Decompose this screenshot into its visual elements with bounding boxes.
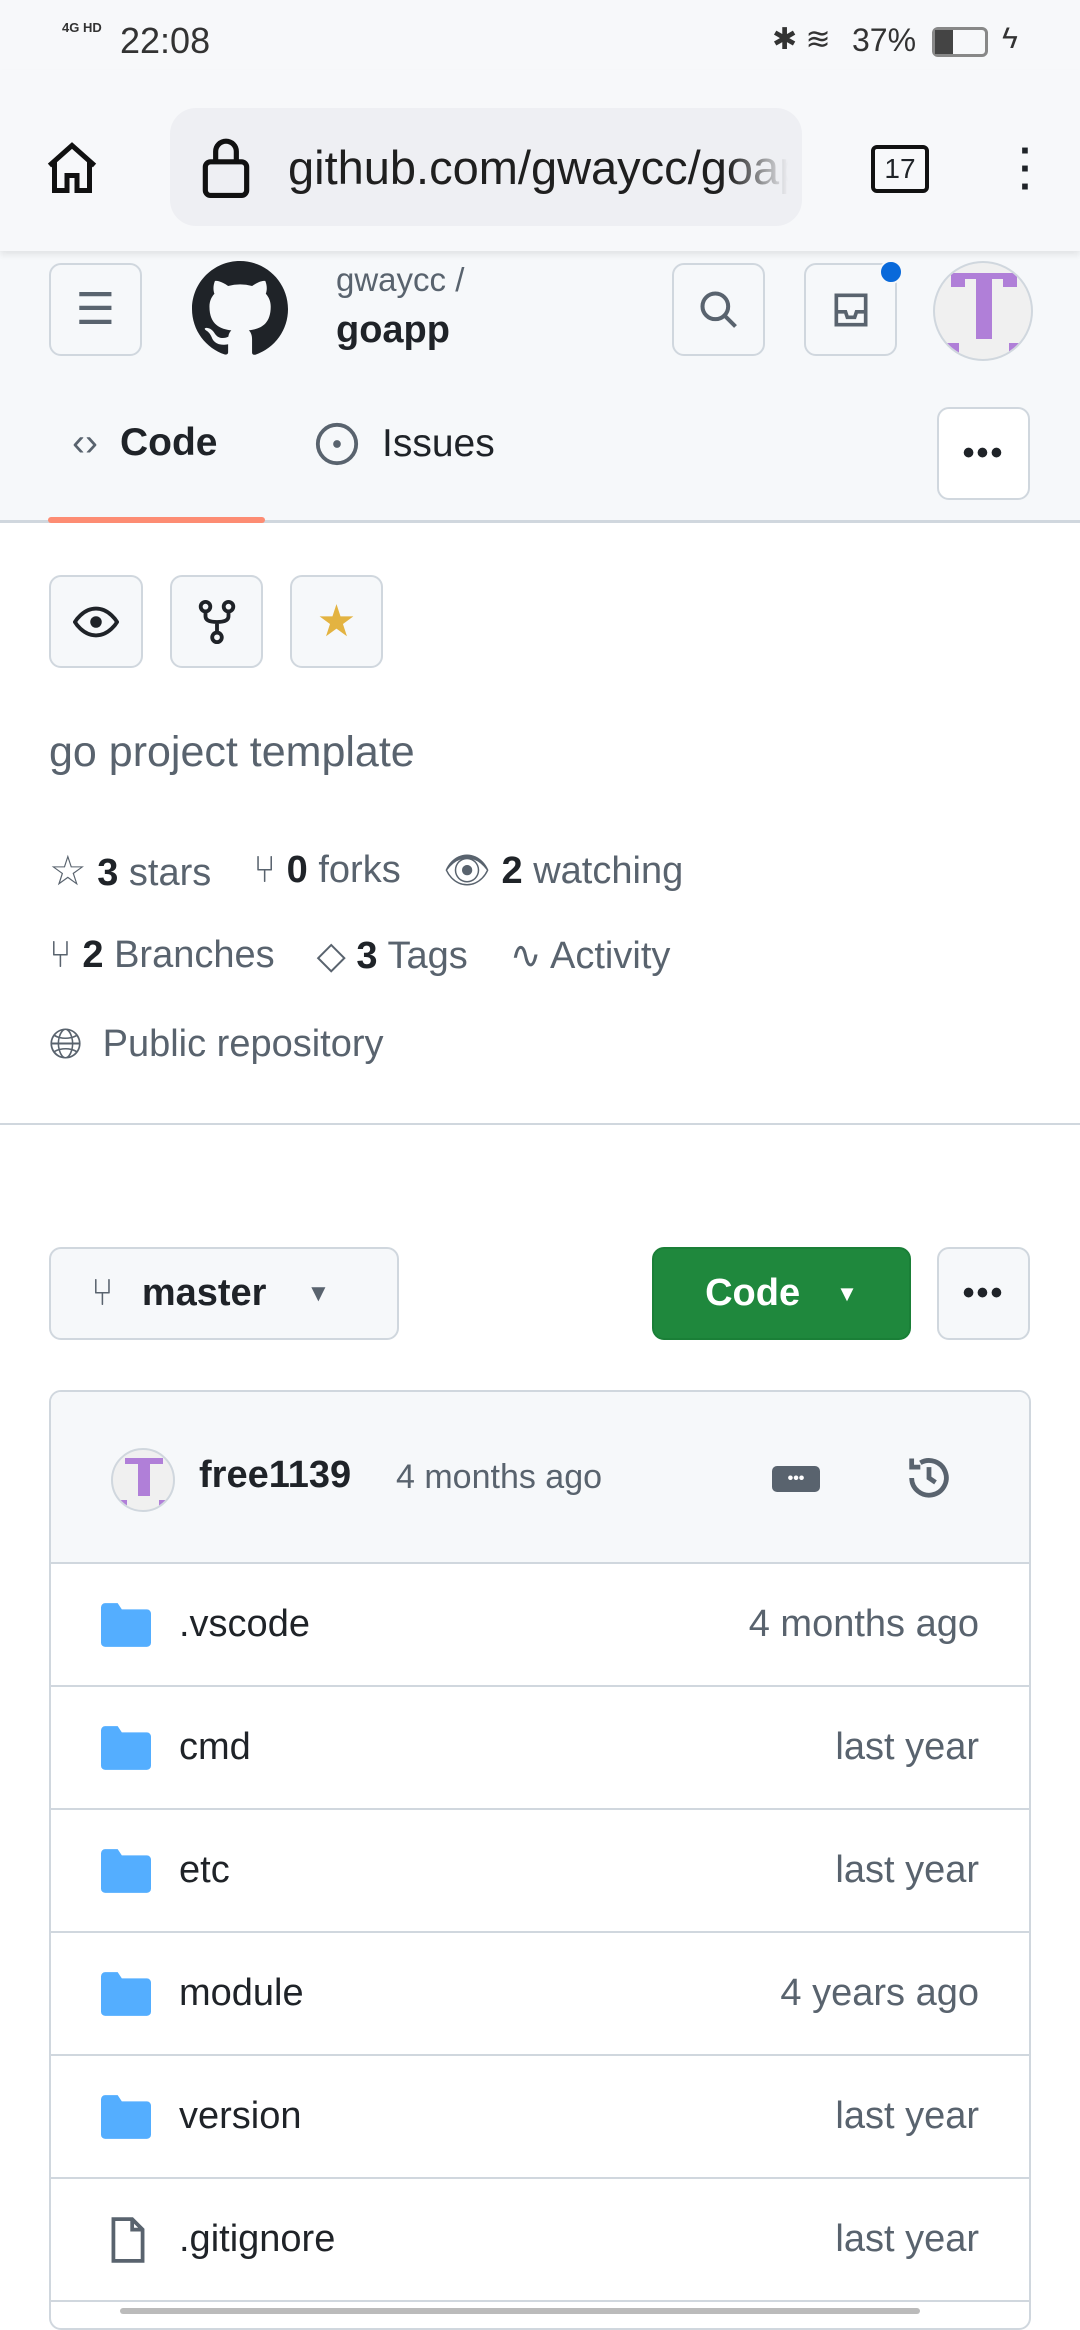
inbox-icon [834,293,867,326]
stats-row-1: ☆ 3 stars ⑂ 0 forks 👁 2 watching [49,846,683,895]
file-name[interactable]: version [179,2095,302,2138]
folder-icon [101,1602,151,1647]
file-name[interactable]: etc [179,1849,230,1892]
tab-issues-label: Issues [382,422,495,465]
folder-icon [101,2094,151,2139]
file-row[interactable]: module 4 years ago [51,1933,1029,2056]
latest-commit: free1139 4 months ago ••• [51,1392,1029,1564]
commit-time: 4 months ago [396,1458,603,1496]
commit-message-toggle[interactable]: ••• [772,1466,820,1492]
active-tab-indicator [48,517,265,523]
file-row[interactable]: .vscode 4 months ago [51,1564,1029,1687]
file-name[interactable]: .gitignore [179,2218,335,2261]
notification-dot [879,260,903,284]
file-browser: free1139 4 months ago ••• .vscode 4 month… [49,1390,1031,2330]
url-bar[interactable]: github.com/gwaycc/goapp [170,108,802,226]
folder-icon [101,1848,151,1893]
hamburger-icon: ☰ [75,285,116,334]
file-name[interactable]: .vscode [179,1603,310,1646]
stats-row-2: ⑂ 2 Branches ◇ 3 Tags ∿ Activity [49,933,670,978]
browser-toolbar: github.com/gwaycc/goapp 17 · · · [0,70,1080,251]
file-time: last year [835,1849,979,1891]
horizontal-scrollbar[interactable] [120,2308,920,2314]
tab-code-label: Code [119,421,218,464]
file-time: last year [835,2218,979,2260]
code-dropdown-button[interactable]: Code ▼ [652,1247,911,1340]
issue-icon [315,422,359,466]
star-icon: ☆ [49,847,87,894]
branch-name: master [141,1272,267,1314]
globe-icon: 🌐︎ [49,1020,83,1067]
repo-header: ☰ gwaycc / goapp ‹› Code Issues ••• [0,251,1080,523]
divider [0,1123,1080,1125]
search-button[interactable] [672,263,765,356]
branch-selector[interactable]: ⑂ master ▼ [49,1247,399,1340]
branch-icon: ⑂ [49,934,72,976]
bluetooth-wifi-icon: ✱ ≋ [772,23,831,56]
branch-icon: ⑂ [91,1272,114,1314]
watching-link[interactable]: 👁 2 watching [443,849,684,893]
file-row[interactable]: etc last year [51,1810,1029,1933]
pulse-icon: ∿ [509,935,542,977]
status-bar: 4G HD 22:08 ✱ ≋ 37% ϟ [0,0,1080,70]
url-text: github.com/gwaycc/goapp [288,140,788,194]
user-avatar[interactable] [933,261,1033,361]
forks-link[interactable]: ⑂ 0 forks [253,849,400,892]
clock: 22:08 [120,20,211,61]
repo-description: go project template [49,728,415,776]
tab-code[interactable]: ‹› Code [72,421,217,465]
file-icon [111,2216,145,2263]
commit-author-avatar[interactable] [111,1448,175,1512]
file-row[interactable]: .gitignore last year [51,2179,1029,2302]
star-filled-icon: ★ [316,597,357,646]
caret-down-icon: ▼ [836,1280,858,1306]
file-name[interactable]: module [179,1972,304,2015]
fork-icon: ⑂ [253,849,277,891]
browser-menu-icon[interactable]: · · · [1016,131,1036,207]
caret-down-icon: ▼ [306,1279,331,1307]
file-time: last year [835,1726,979,1768]
file-time: 4 years ago [780,1972,979,2014]
battery-percent: 37% [852,22,917,58]
tab-switcher-button[interactable]: 17 [871,145,929,193]
file-name[interactable]: cmd [179,1726,251,1769]
network-indicator: 4G HD [62,20,102,35]
lock-icon [202,138,250,198]
watch-button[interactable] [49,575,143,668]
stars-link[interactable]: ☆ 3 stars [49,846,211,895]
kebab-horizontal-icon: ••• [962,434,1005,472]
code-icon: ‹› [72,421,98,464]
repo-owner-link[interactable]: gwaycc / [336,261,464,299]
code-button-label: Code [705,1272,801,1314]
file-row[interactable]: cmd last year [51,1687,1029,1810]
home-icon[interactable] [42,138,102,198]
tag-icon: ◇ [316,935,346,977]
github-logo-icon[interactable] [192,261,288,357]
fork-icon [198,599,235,644]
tags-link[interactable]: ◇ 3 Tags [317,933,468,978]
tab-issues[interactable]: Issues [314,421,495,467]
commit-author[interactable]: free1139 [199,1454,351,1497]
charging-icon: ϟ [1002,22,1018,55]
more-options-button[interactable]: ••• [937,1247,1030,1340]
eye-icon: 👁 [442,849,491,892]
file-time: 4 months ago [748,1603,979,1645]
star-button[interactable]: ★ [290,575,383,668]
history-icon[interactable] [903,1452,955,1504]
activity-link[interactable]: ∿ Activity [510,933,671,978]
fork-button[interactable] [170,575,263,668]
search-icon [699,290,737,328]
eye-icon [73,606,119,637]
repo-name-link[interactable]: goapp [336,309,450,352]
branches-link[interactable]: ⑂ 2 Branches [49,934,275,977]
file-time: last year [835,2095,979,2137]
folder-icon [101,1971,151,2016]
battery-icon [932,27,988,57]
folder-icon [101,1725,151,1770]
kebab-horizontal-icon: ••• [962,1274,1005,1312]
menu-button[interactable]: ☰ [49,263,142,356]
visibility: 🌐︎ Public repository [49,1020,384,1067]
more-tabs-button[interactable]: ••• [937,407,1030,500]
file-row[interactable]: version last year [51,2056,1029,2179]
